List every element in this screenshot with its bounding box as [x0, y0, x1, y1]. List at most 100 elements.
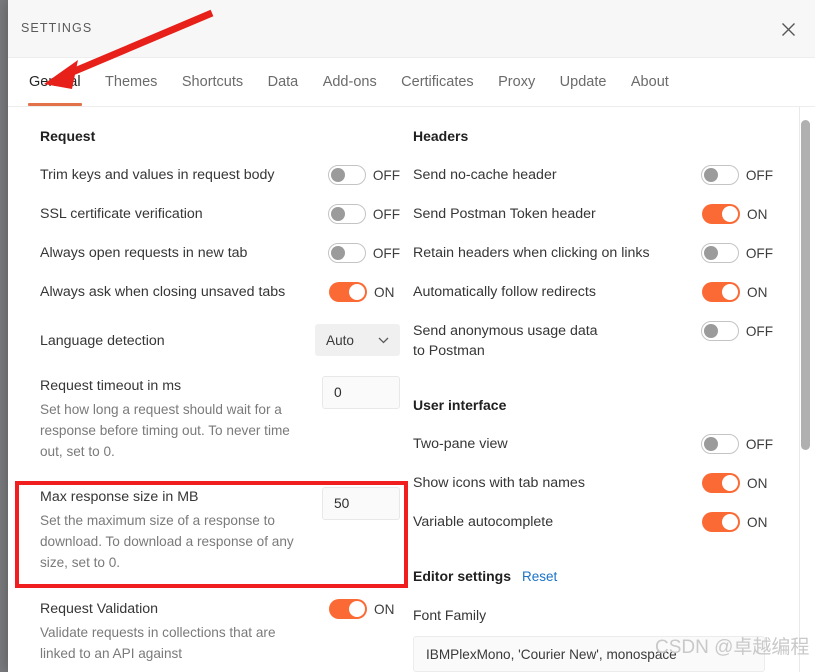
- tab-themes[interactable]: Themes: [95, 58, 167, 106]
- toggle-knob: [330, 168, 345, 182]
- section-heading-headers: Headers: [413, 128, 469, 144]
- toggle-state-label: OFF: [745, 323, 773, 339]
- page-title: SETTINGS: [21, 21, 93, 35]
- settings-scrollbar-track[interactable]: [799, 107, 813, 672]
- setting-control: ON: [702, 512, 773, 532]
- toggle-switch: [700, 165, 739, 185]
- setting-row-no-cache-header: Send no-cache header OFF: [413, 165, 773, 185]
- toggle-ask-closing-unsaved[interactable]: ON: [329, 282, 400, 302]
- tab-certificates[interactable]: Certificates: [391, 58, 484, 106]
- toggle-trim-keys[interactable]: OFF: [327, 165, 400, 185]
- tab-general[interactable]: General: [19, 58, 91, 106]
- toggle-knob: [703, 437, 718, 451]
- max-response-size-input[interactable]: 50: [322, 487, 400, 520]
- toggle-show-icons-tab-names[interactable]: ON: [702, 473, 773, 493]
- font-family-label: Font Family: [413, 607, 487, 623]
- tab-proxy[interactable]: Proxy: [488, 58, 545, 106]
- setting-row-open-new-tab: Always open requests in new tab OFF: [40, 243, 400, 263]
- setting-label: Send no-cache header: [413, 167, 557, 183]
- toggle-state-label: ON: [747, 514, 768, 530]
- setting-text-block: Request timeout in ms Set how long a req…: [40, 376, 308, 462]
- toggle-state-label: ON: [747, 475, 768, 491]
- setting-control: OFF: [327, 204, 400, 224]
- setting-label: Trim keys and values in request body: [40, 167, 275, 183]
- setting-row-retain-headers: Retain headers when clicking on links OF…: [413, 243, 773, 263]
- toggle-two-pane-view[interactable]: OFF: [700, 434, 773, 454]
- setting-row-request-validation: Request Validation Validate requests in …: [40, 599, 400, 664]
- settings-modal: SETTINGS General Themes Shortcuts Data A…: [8, 0, 815, 672]
- setting-label: Language detection: [40, 333, 165, 349]
- request-settings-column: Request Trim keys and values in request …: [40, 107, 400, 664]
- setting-control: OFF: [700, 165, 773, 185]
- toggle-knob: [703, 246, 718, 260]
- setting-control: Auto: [315, 324, 400, 356]
- request-timeout-input[interactable]: 0: [322, 376, 400, 409]
- toggle-switch: [327, 204, 366, 224]
- toggle-no-cache-header[interactable]: OFF: [700, 165, 773, 185]
- tab-data[interactable]: Data: [258, 58, 309, 106]
- tab-add-ons[interactable]: Add-ons: [313, 58, 387, 106]
- tab-label: General: [29, 74, 81, 90]
- toggle-knob: [722, 284, 738, 300]
- toggle-retain-headers[interactable]: OFF: [700, 243, 773, 263]
- setting-label: Send Postman Token header: [413, 206, 596, 222]
- settings-scrollbar-thumb[interactable]: [801, 120, 810, 450]
- tab-label: Themes: [105, 74, 158, 90]
- modal-header: SETTINGS: [8, 0, 815, 58]
- toggle-switch: [327, 165, 366, 185]
- toggle-open-new-tab[interactable]: OFF: [327, 243, 400, 263]
- setting-control: ON: [329, 599, 400, 619]
- setting-label: SSL certificate verification: [40, 206, 203, 222]
- toggle-state-label: ON: [747, 284, 768, 300]
- setting-description: Set the maximum size of a response to do…: [40, 513, 294, 570]
- reset-editor-settings-link[interactable]: Reset: [522, 569, 557, 584]
- setting-label: Max response size in MB: [40, 489, 199, 505]
- toggle-anonymous-usage-data[interactable]: OFF: [700, 321, 773, 341]
- font-family-input[interactable]: IBMPlexMono, 'Courier New', monospace: [413, 636, 765, 672]
- setting-row-language-detection: Language detection Auto: [40, 324, 400, 356]
- setting-label: Request Validation: [40, 601, 159, 617]
- setting-control: 0: [322, 376, 400, 409]
- setting-control: ON: [329, 282, 400, 302]
- toggle-state-label: OFF: [745, 436, 773, 452]
- toggle-variable-autocomplete[interactable]: ON: [702, 512, 773, 532]
- section-heading-editor-settings-row: Editor settings Reset: [413, 566, 773, 586]
- tab-label: Data: [267, 74, 299, 90]
- toggle-switch: [329, 599, 367, 619]
- setting-row-trim-keys: Trim keys and values in request body OFF: [40, 165, 400, 185]
- tab-label: Certificates: [401, 74, 474, 90]
- toggle-follow-redirects[interactable]: ON: [702, 282, 773, 302]
- setting-label: Retain headers when clicking on links: [413, 245, 650, 261]
- toggle-knob: [703, 168, 718, 182]
- toggle-switch: [702, 204, 740, 224]
- tab-update[interactable]: Update: [550, 58, 617, 106]
- toggle-state-label: ON: [747, 206, 768, 222]
- toggle-knob: [703, 324, 718, 338]
- app-background-inner: [0, 0, 8, 672]
- chevron-down-icon: [378, 337, 389, 343]
- tab-about[interactable]: About: [621, 58, 679, 106]
- setting-text-block: Max response size in MB Set the maximum …: [40, 487, 308, 573]
- language-detection-select[interactable]: Auto: [315, 324, 400, 356]
- tab-label: Shortcuts: [181, 74, 244, 90]
- toggle-switch: [327, 243, 366, 263]
- tab-shortcuts[interactable]: Shortcuts: [172, 58, 253, 106]
- setting-control: 50: [322, 487, 400, 520]
- setting-label: Variable autocomplete: [413, 514, 554, 530]
- toggle-request-validation[interactable]: ON: [329, 599, 400, 619]
- setting-label: Show icons with tab names: [413, 475, 585, 491]
- toggle-knob: [722, 475, 738, 491]
- toggle-postman-token-header[interactable]: ON: [702, 204, 773, 224]
- toggle-ssl-verification[interactable]: OFF: [327, 204, 400, 224]
- setting-row-variable-autocomplete: Variable autocomplete ON: [413, 512, 773, 532]
- close-button[interactable]: [773, 14, 803, 44]
- tab-label: Update: [559, 74, 607, 90]
- tab-active-underline: [28, 103, 82, 106]
- setting-row-ask-closing-unsaved: Always ask when closing unsaved tabs ON: [40, 282, 400, 302]
- toggle-switch: [700, 321, 739, 341]
- toggle-state-label: OFF: [372, 245, 400, 261]
- setting-control: OFF: [327, 165, 400, 185]
- toggle-switch: [700, 243, 739, 263]
- headers-ui-column: Headers Send no-cache header OFF Send Po…: [413, 107, 773, 672]
- close-icon: [781, 22, 795, 36]
